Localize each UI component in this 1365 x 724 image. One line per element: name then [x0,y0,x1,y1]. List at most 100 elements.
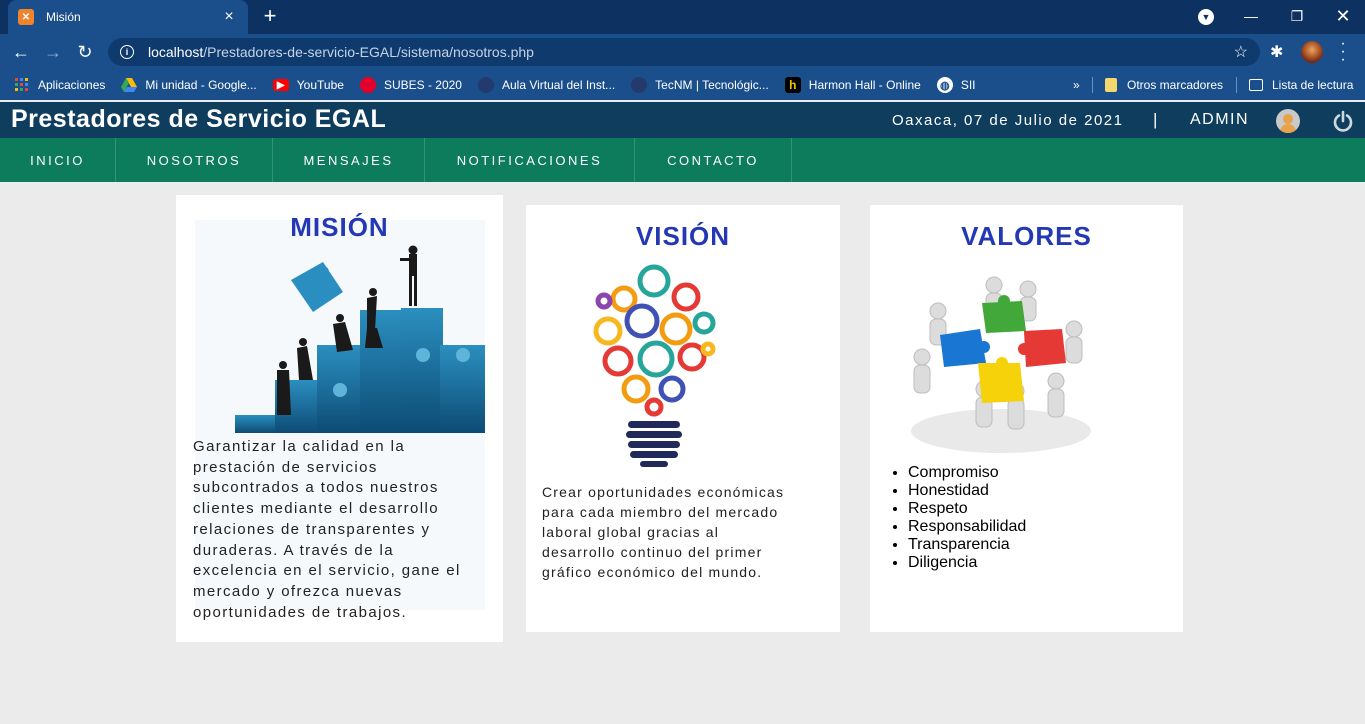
valor-item: Transparencia [908,536,1026,554]
reading-list-label: Lista de lectura [1272,78,1354,92]
nav-contacto[interactable]: CONTACTO [635,138,792,182]
extensions-icon[interactable]: ✱ [1270,42,1283,62]
reload-icon[interactable]: ↻ [72,40,98,64]
bookmark-harmon-hall[interactable]: h Harmon Hall - Online [784,77,921,93]
harmon-hall-icon: h [784,77,801,93]
url-host: localhost [148,44,204,60]
valor-item: Diligencia [908,554,1026,572]
youtube-icon: ▶ [272,79,289,91]
url-path: /Prestadores-de-servicio-EGAL/sistema/no… [203,44,534,60]
other-bookmarks[interactable]: Otros marcadores [1092,70,1223,100]
valores-title: VALORES [961,221,1092,251]
divider [1092,77,1093,93]
nav-nosotros[interactable]: NOSOTROS [116,138,273,182]
profile-avatar[interactable] [1301,41,1323,63]
power-icon[interactable] [1332,110,1354,132]
globe-icon: ◍ [936,77,953,93]
valor-item: Respeto [908,500,1026,518]
subes-icon [359,77,376,93]
back-icon[interactable]: ← [8,40,34,64]
tab-title: Misión [46,10,81,24]
bookmark-label: SII [960,78,976,92]
reading-list[interactable]: Lista de lectura [1236,70,1353,100]
nav-inicio[interactable]: INICIO [0,138,116,182]
puzzle-people-illustration [911,276,1091,453]
bookmark-sii[interactable]: ◍ SII [936,77,976,93]
mision-line: mercado y ofrezca nuevas [193,582,403,600]
vision-text: Crear oportunidades económicas para cada… [542,482,832,582]
new-tab-icon[interactable]: + [258,5,282,29]
minimize-icon[interactable]: — [1228,0,1274,32]
vision-line: desarrollo continuo del primer [542,544,763,560]
header-separator: | [1153,110,1158,129]
bookmark-label: SUBES - 2020 [383,78,462,92]
close-window-icon[interactable]: ✕ [1320,0,1365,32]
vision-line: gráfico económico del mundo. [542,564,763,580]
divider [1236,77,1237,93]
vision-line: para cada miembro del mercado [542,504,779,520]
nav-mensajes[interactable]: MENSAJES [273,138,425,182]
mision-text: Garantizar la calidad en la prestación d… [193,437,493,623]
bookmark-label: Aplicaciones [38,78,106,92]
bookmark-google-drive[interactable]: Mi unidad - Google... [121,77,257,93]
gear-lightbulb-illustration [593,264,716,467]
tecnm-icon [631,77,648,93]
bookmark-label: Aula Virtual del Inst... [501,78,616,92]
browser-toolbar: ← → ↻ i localhost/Prestadores-de-servici… [0,34,1365,70]
valor-item: Compromiso [908,464,1026,482]
mision-line: Garantizar la calidad en la [193,438,406,455]
mision-line: duraderas. A través de la [193,541,394,559]
mision-line: relaciones de transparentes y [193,520,431,538]
valor-item: Honestidad [908,482,1026,500]
forward-icon[interactable]: → [40,40,66,64]
more-bookmarks-icon[interactable]: » [1073,70,1080,100]
mision-line: subcontrados a todos nuestros [193,479,439,497]
other-bookmarks-label: Otros marcadores [1127,78,1224,92]
user-avatar-icon[interactable] [1276,109,1300,133]
restore-icon[interactable]: ❐ [1274,0,1320,32]
vision-line: Crear oportunidades económicas [542,484,785,500]
mision-card: MISIÓN Garantizar la calidad en la prest… [176,195,503,642]
bookmark-label: YouTube [296,78,344,92]
xampp-favicon-icon: ✕ [18,9,34,25]
tab-close-icon[interactable]: × [220,8,238,26]
current-date: Oaxaca, 07 de Julio de 2021 [892,112,1124,129]
mision-line: prestación de servicios [193,458,378,476]
tab-search-icon[interactable]: ▼ [1198,9,1214,25]
chrome-menu-icon[interactable]: · · · [1338,36,1348,68]
nav-notificaciones[interactable]: NOTIFICACIONES [425,138,635,182]
puzzle-team-illustration [235,245,485,433]
bookmark-star-icon[interactable]: ☆ [1234,42,1248,62]
username: ADMIN [1190,111,1250,128]
site-title: Prestadores de Servicio EGAL [11,105,387,133]
bookmark-aula-virtual[interactable]: Aula Virtual del Inst... [477,77,616,93]
aula-virtual-icon [477,77,494,93]
main-nav: INICIO NOSOTROS MENSAJES NOTIFICACIONES … [0,138,1365,182]
mision-line: clientes mediante el desarrollo [193,500,440,518]
address-url: localhost/Prestadores-de-servicio-EGAL/s… [148,44,534,60]
bookmark-tecnm[interactable]: TecNM | Tecnológic... [631,77,769,93]
valor-item: Responsabilidad [908,518,1026,536]
site-header: Prestadores de Servicio EGAL Oaxaca, 07 … [0,102,1365,138]
folder-icon [1105,78,1117,92]
site-info-icon[interactable]: i [120,45,134,59]
valores-list: Compromiso Honestidad Respeto Responsabi… [908,464,1026,572]
bookmark-label: Harmon Hall - Online [808,78,921,92]
google-drive-icon [121,77,138,93]
bookmark-youtube[interactable]: ▶ YouTube [272,78,344,92]
address-bar[interactable]: i localhost/Prestadores-de-servicio-EGAL… [108,38,1260,66]
reading-list-icon [1249,79,1263,91]
bookmark-aplicaciones[interactable]: Aplicaciones [14,77,105,93]
bookmark-subes[interactable]: SUBES - 2020 [359,77,462,93]
apps-grid-icon [14,77,30,93]
vision-title: VISIÓN [635,221,731,251]
bookmark-label: Mi unidad - Google... [145,78,257,92]
mision-line: excelencia en el servicio, gane el [193,562,461,580]
mision-title: MISIÓN [290,212,389,242]
browser-tab[interactable]: ✕ Misión × [8,0,248,34]
vision-line: laboral global gracias al [542,524,720,540]
browser-tab-strip: ✕ Misión × + ▼ — ❐ ✕ [0,0,1365,34]
vision-card: VISIÓN Crear oportunidades económicas pa… [526,205,840,632]
valores-card: VALORES Compromiso Honestidad Respeto Re… [870,205,1183,632]
mision-line: oportunidades de trabajos. [193,603,408,621]
